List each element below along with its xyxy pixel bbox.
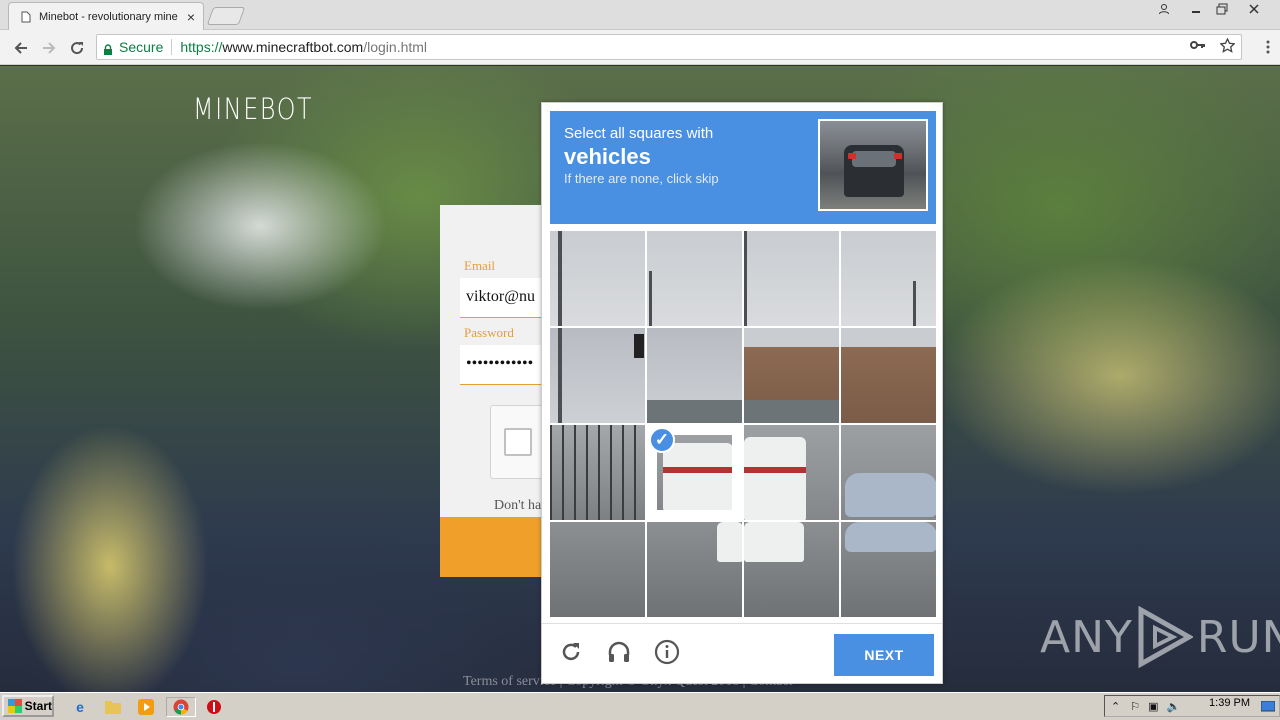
divider (171, 39, 173, 55)
captcha-challenge: Select all squares with vehicles If ther… (541, 102, 943, 684)
play-logo-icon (1138, 606, 1193, 668)
image-grid: ✓ (550, 231, 936, 617)
tab-title: Minebot - revolutionary mine (39, 10, 178, 23)
restore-icon[interactable] (1210, 0, 1234, 18)
browser-toolbar: Secure https://www.minecraftbot.com/logi… (0, 30, 1280, 65)
sample-image (818, 119, 928, 211)
watermark-right: RUN (1196, 611, 1280, 663)
grid-tile-7[interactable] (744, 328, 839, 423)
grid-tile-1[interactable] (550, 231, 645, 326)
challenge-instruction: Select all squares with (564, 125, 714, 142)
audio-challenge-icon[interactable] (604, 637, 634, 667)
page-icon (21, 11, 31, 22)
volume-icon[interactable]: 🔈 (1167, 700, 1181, 713)
url-path: /login.html (363, 39, 428, 55)
grid-tile-6[interactable] (647, 328, 742, 423)
grid-tile-10[interactable]: ✓ (647, 425, 742, 520)
show-desktop-icon[interactable] (1258, 697, 1278, 717)
back-icon[interactable] (9, 36, 33, 60)
grid-tile-14[interactable] (647, 522, 742, 617)
chrome-taskbar-icon[interactable] (166, 697, 196, 717)
tab-strip: Minebot - revolutionary mine × (0, 0, 1280, 30)
grid-tile-2[interactable] (647, 231, 742, 326)
media-player-icon[interactable] (136, 697, 156, 717)
network-icon[interactable]: ▣ (1148, 700, 1158, 713)
anyrun-watermark: ANY RUN (1040, 606, 1280, 668)
grid-tile-13[interactable] (550, 522, 645, 617)
url-scheme: https:// (180, 39, 223, 55)
grid-tile-5[interactable] (550, 328, 645, 423)
profile-icon[interactable] (1152, 0, 1176, 18)
start-label: Start (24, 699, 52, 713)
grid-tile-15[interactable] (744, 522, 839, 617)
url-host: www.minecraftbot.com (222, 39, 364, 55)
recaptcha-checkbox[interactable] (504, 428, 532, 456)
watermark-left: ANY (1040, 611, 1133, 663)
tray-expand-icon[interactable]: ⌃ (1111, 700, 1120, 713)
menu-icon[interactable] (1266, 38, 1270, 59)
grid-tile-3[interactable] (744, 231, 839, 326)
site-logo[interactable]: MINEBOT (193, 92, 313, 126)
clock[interactable]: 1:39 PM (1209, 697, 1250, 709)
secure-indicator[interactable]: Secure (103, 39, 163, 55)
challenge-hint: If there are none, click skip (564, 171, 719, 186)
next-button[interactable]: NEXT (834, 634, 934, 676)
start-button[interactable]: Start (2, 695, 54, 717)
flag-icon[interactable]: ⚐ (1130, 700, 1140, 713)
email-label: Email (464, 258, 496, 273)
folder-icon[interactable] (103, 697, 123, 717)
system-tray: ⌃ ⚐ ▣ 🔈 (1104, 695, 1280, 717)
signup-text[interactable]: Don't ha (494, 498, 541, 514)
grid-tile-16[interactable] (841, 522, 936, 617)
challenge-footer: NEXT (542, 623, 942, 683)
new-tab-button[interactable] (206, 7, 246, 25)
grid-tile-4[interactable] (841, 231, 936, 326)
ie-icon[interactable]: e (70, 697, 90, 717)
challenge-target: vehicles (564, 144, 651, 169)
forward-icon[interactable] (37, 36, 61, 60)
challenge-header: Select all squares with vehicles If ther… (550, 111, 936, 224)
grid-tile-12[interactable] (841, 425, 936, 520)
browser-tab[interactable]: Minebot - revolutionary mine × (8, 2, 204, 30)
opera-icon[interactable] (204, 697, 224, 717)
checkmark-icon: ✓ (649, 427, 675, 453)
bookmark-star-icon[interactable] (1219, 37, 1236, 56)
grid-tile-9[interactable] (550, 425, 645, 520)
windows-logo-icon (8, 699, 22, 713)
address-bar[interactable]: Secure https://www.minecraftbot.com/logi… (96, 34, 1242, 60)
window-close-icon[interactable] (1236, 0, 1272, 18)
van (663, 443, 732, 510)
minimize-icon[interactable] (1184, 0, 1208, 18)
taskbar: Start e ⌃ ⚐ ▣ 🔈 1:39 PM (0, 692, 1280, 720)
password-label: Password (464, 325, 514, 340)
close-tab-icon[interactable]: × (187, 9, 195, 25)
grid-tile-8[interactable] (841, 328, 936, 423)
reload-challenge-icon[interactable] (556, 637, 586, 667)
info-icon[interactable] (652, 637, 682, 667)
lock-icon (103, 42, 113, 55)
key-icon[interactable] (1190, 38, 1206, 56)
reload-icon[interactable] (65, 36, 89, 60)
secure-label: Secure (119, 39, 164, 55)
grid-tile-11[interactable] (744, 425, 839, 520)
